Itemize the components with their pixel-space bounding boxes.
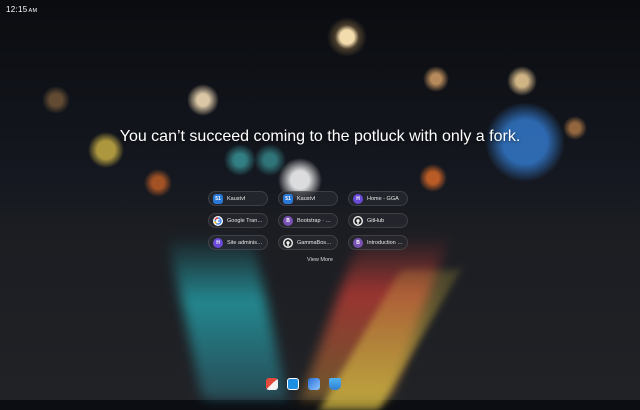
- quote-text: You can’t succeed coming to the potluck …: [119, 128, 521, 145]
- shortcut-bootstrap[interactable]: B Bootstrap · The ...: [278, 213, 338, 228]
- shortcut-label: Site administrat...: [227, 239, 263, 246]
- shortcut-label: GammaBoss/N...: [297, 239, 333, 246]
- view-more-link[interactable]: View More: [0, 257, 640, 263]
- bootstrap-icon: B: [283, 215, 293, 226]
- github-icon: [353, 215, 363, 226]
- shortcut-kaustvf-1[interactable]: 51 Kaustvf: [208, 191, 268, 206]
- site-51-icon: 51: [283, 193, 293, 204]
- clock-time: 12:15: [6, 5, 28, 14]
- site-h-icon: H: [213, 237, 223, 248]
- shortcut-google-translate[interactable]: Google Translate: [208, 213, 268, 228]
- shortcut-label: Google Translate: [227, 217, 263, 224]
- github-icon: [283, 237, 293, 248]
- shortcut-gammaboss[interactable]: GammaBoss/N...: [278, 235, 338, 250]
- shortcut-label: GitHub: [367, 217, 385, 224]
- clock: 12:15AM: [6, 5, 37, 14]
- shortcut-kaustvf-2[interactable]: 51 Kaustvf: [278, 191, 338, 206]
- shortcuts-grid: 51 Kaustvf 51 Kaustvf H Home - GGA Googl…: [208, 191, 408, 250]
- skype-app-icon[interactable]: [287, 378, 299, 390]
- shortcut-github[interactable]: GitHub: [348, 213, 408, 228]
- store-app-icon[interactable]: [329, 378, 341, 390]
- shortcut-introduction-bootstrap[interactable]: B Introduction · B...: [348, 235, 408, 250]
- shortcut-home-gga[interactable]: H Home - GGA: [348, 191, 408, 206]
- google-icon: [213, 215, 223, 226]
- app-dock: [266, 378, 341, 390]
- shortcut-label: Kaustvf: [297, 195, 316, 202]
- site-h-icon: H: [353, 193, 363, 204]
- docs-app-icon[interactable]: [308, 378, 320, 390]
- bootstrap-icon: B: [353, 237, 363, 248]
- site-51-icon: 51: [213, 193, 223, 204]
- shortcut-label: Introduction · B...: [367, 239, 403, 246]
- shortcut-label: Kaustvf: [227, 195, 246, 202]
- gmail-app-icon[interactable]: [266, 378, 278, 390]
- shortcut-site-administration[interactable]: H Site administrat...: [208, 235, 268, 250]
- shortcut-label: Home - GGA: [367, 195, 399, 202]
- clock-ampm: AM: [28, 8, 38, 14]
- shortcut-label: Bootstrap · The ...: [297, 217, 333, 224]
